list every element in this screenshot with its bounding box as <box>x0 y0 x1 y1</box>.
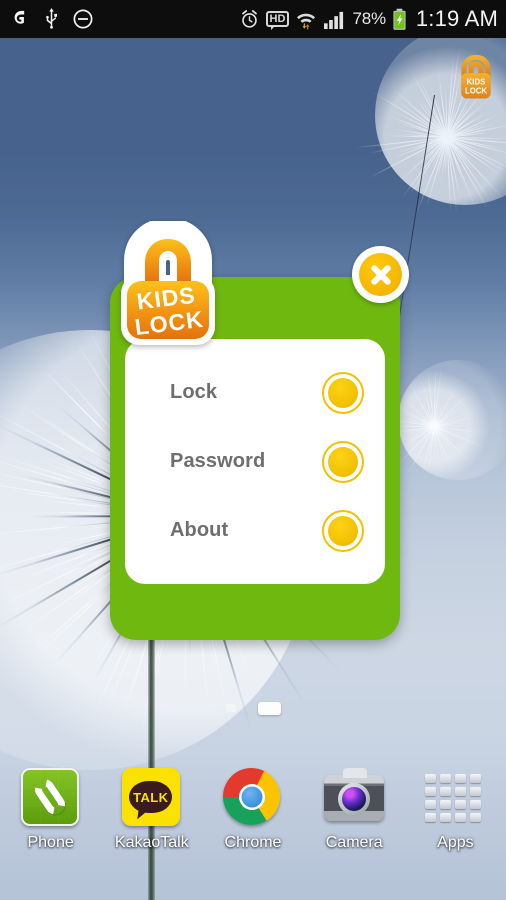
menu-item-lock[interactable]: Lock <box>125 358 385 427</box>
wifi-transfer-icon <box>295 9 317 30</box>
apps-grid-icon <box>425 768 485 828</box>
lock-option-button[interactable] <box>322 372 364 414</box>
option-dot-icon <box>328 378 358 408</box>
battery-charging-icon <box>392 8 407 31</box>
menu-item-label: Lock <box>170 381 217 404</box>
close-icon <box>359 253 402 296</box>
menu-item-label: About <box>170 519 228 542</box>
option-dot-icon <box>328 447 358 477</box>
usb-icon <box>44 8 59 30</box>
dock-item-label: Camera <box>326 834 383 852</box>
kids-lock-widget-icon: KIDS LOCK <box>455 55 497 101</box>
alarm-clock-icon <box>239 9 260 30</box>
dock-item-label: Apps <box>437 834 473 852</box>
dock-item-apps[interactable]: Apps <box>405 768 506 876</box>
menu-item-about[interactable]: About <box>125 496 385 565</box>
home-page-indicator <box>0 700 506 716</box>
status-bar[interactable]: HD 78% 1:19 AM <box>0 0 506 38</box>
close-button[interactable] <box>352 246 409 303</box>
dock-item-label: Phone <box>27 834 73 852</box>
home-dock: Phone TALK KakaoTalk Chrome Camera Apps <box>0 768 506 876</box>
status-bar-clock: 1:19 AM <box>416 6 498 32</box>
kakaotalk-icon: TALK <box>122 768 182 828</box>
battery-percent-label: 78% <box>352 9 385 29</box>
dock-item-label: Chrome <box>225 834 282 852</box>
status-bar-right-group: HD 78% 1:19 AM <box>239 6 498 32</box>
dandelion-seed-floating <box>398 360 506 480</box>
kakaotalk-badge-text: TALK <box>133 790 168 805</box>
phone-icon <box>21 768 81 828</box>
dock-item-chrome[interactable]: Chrome <box>202 768 303 876</box>
option-dot-icon <box>328 516 358 546</box>
menu-item-label: Password <box>170 450 265 473</box>
about-option-button[interactable] <box>322 510 364 552</box>
dock-item-camera[interactable]: Camera <box>304 768 405 876</box>
password-option-button[interactable] <box>322 441 364 483</box>
page-dot-inactive[interactable] <box>226 704 236 712</box>
dialog-content-panel: Lock Password About <box>125 339 385 584</box>
do-not-disturb-icon <box>72 8 94 30</box>
camera-icon <box>324 768 384 828</box>
camera-flash-hump <box>343 768 367 778</box>
status-bar-left-group <box>10 8 94 30</box>
signal-bars-icon <box>323 9 346 30</box>
dock-item-phone[interactable]: Phone <box>0 768 101 876</box>
page-dot-active[interactable] <box>258 702 281 715</box>
svg-text:KIDS: KIDS <box>467 78 486 87</box>
carrier-logo-icon <box>10 9 31 30</box>
menu-list: Lock Password About <box>125 339 385 584</box>
handset-glyph <box>31 776 69 819</box>
kids-lock-logo: KIDS LOCK <box>109 221 227 349</box>
menu-item-password[interactable]: Password <box>125 427 385 496</box>
camera-lens-icon <box>338 783 370 815</box>
kids-lock-home-widget[interactable]: KIDS LOCK <box>455 55 497 101</box>
kids-lock-dialog: KIDS LOCK Lock Password About <box>110 277 400 640</box>
dock-item-kakaotalk[interactable]: TALK KakaoTalk <box>101 768 202 876</box>
svg-text:LOCK: LOCK <box>465 87 487 96</box>
dandelion-seed-top-right <box>375 25 506 205</box>
chrome-icon <box>223 768 283 828</box>
dock-item-label: KakaoTalk <box>115 834 189 852</box>
hd-voice-icon: HD <box>266 11 290 27</box>
